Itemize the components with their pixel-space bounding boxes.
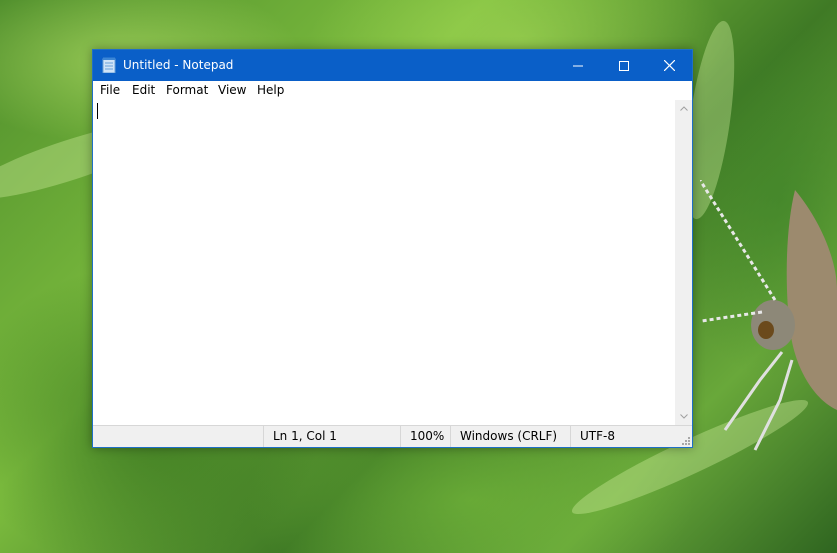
maximize-icon (619, 60, 629, 71)
menu-edit[interactable]: Edit (126, 81, 161, 100)
maximize-button[interactable] (601, 50, 647, 81)
minimize-icon (573, 65, 583, 66)
window-title: Untitled - Notepad (123, 58, 234, 72)
menu-format[interactable]: Format (160, 81, 214, 100)
menu-help[interactable]: Help (251, 81, 290, 100)
close-icon (663, 60, 675, 71)
resize-grip-icon[interactable] (680, 435, 690, 445)
vertical-scrollbar[interactable] (675, 100, 692, 425)
scroll-down-button[interactable] (675, 408, 692, 425)
title-bar[interactable]: Untitled - Notepad (93, 50, 692, 81)
chevron-down-icon (679, 414, 688, 419)
status-bar: Ln 1, Col 1 100% Windows (CRLF) UTF-8 (93, 425, 692, 447)
scroll-up-button[interactable] (675, 100, 692, 117)
wallpaper-butterfly (700, 180, 837, 451)
text-editor[interactable] (93, 100, 675, 425)
chevron-up-icon (679, 106, 688, 111)
close-button[interactable] (646, 50, 692, 81)
status-encoding: UTF-8 (570, 426, 680, 447)
notepad-icon (102, 57, 116, 73)
text-caret (97, 103, 98, 119)
status-zoom: 100% (400, 426, 452, 447)
status-line-ending: Windows (CRLF) (450, 426, 572, 447)
menu-file[interactable]: File (94, 81, 126, 100)
minimize-button[interactable] (555, 50, 601, 81)
notepad-window: Untitled - Notepad File Edit Format View… (92, 49, 693, 448)
status-position: Ln 1, Col 1 (263, 426, 403, 447)
menu-bar: File Edit Format View Help (93, 81, 692, 100)
menu-view[interactable]: View (212, 81, 252, 100)
